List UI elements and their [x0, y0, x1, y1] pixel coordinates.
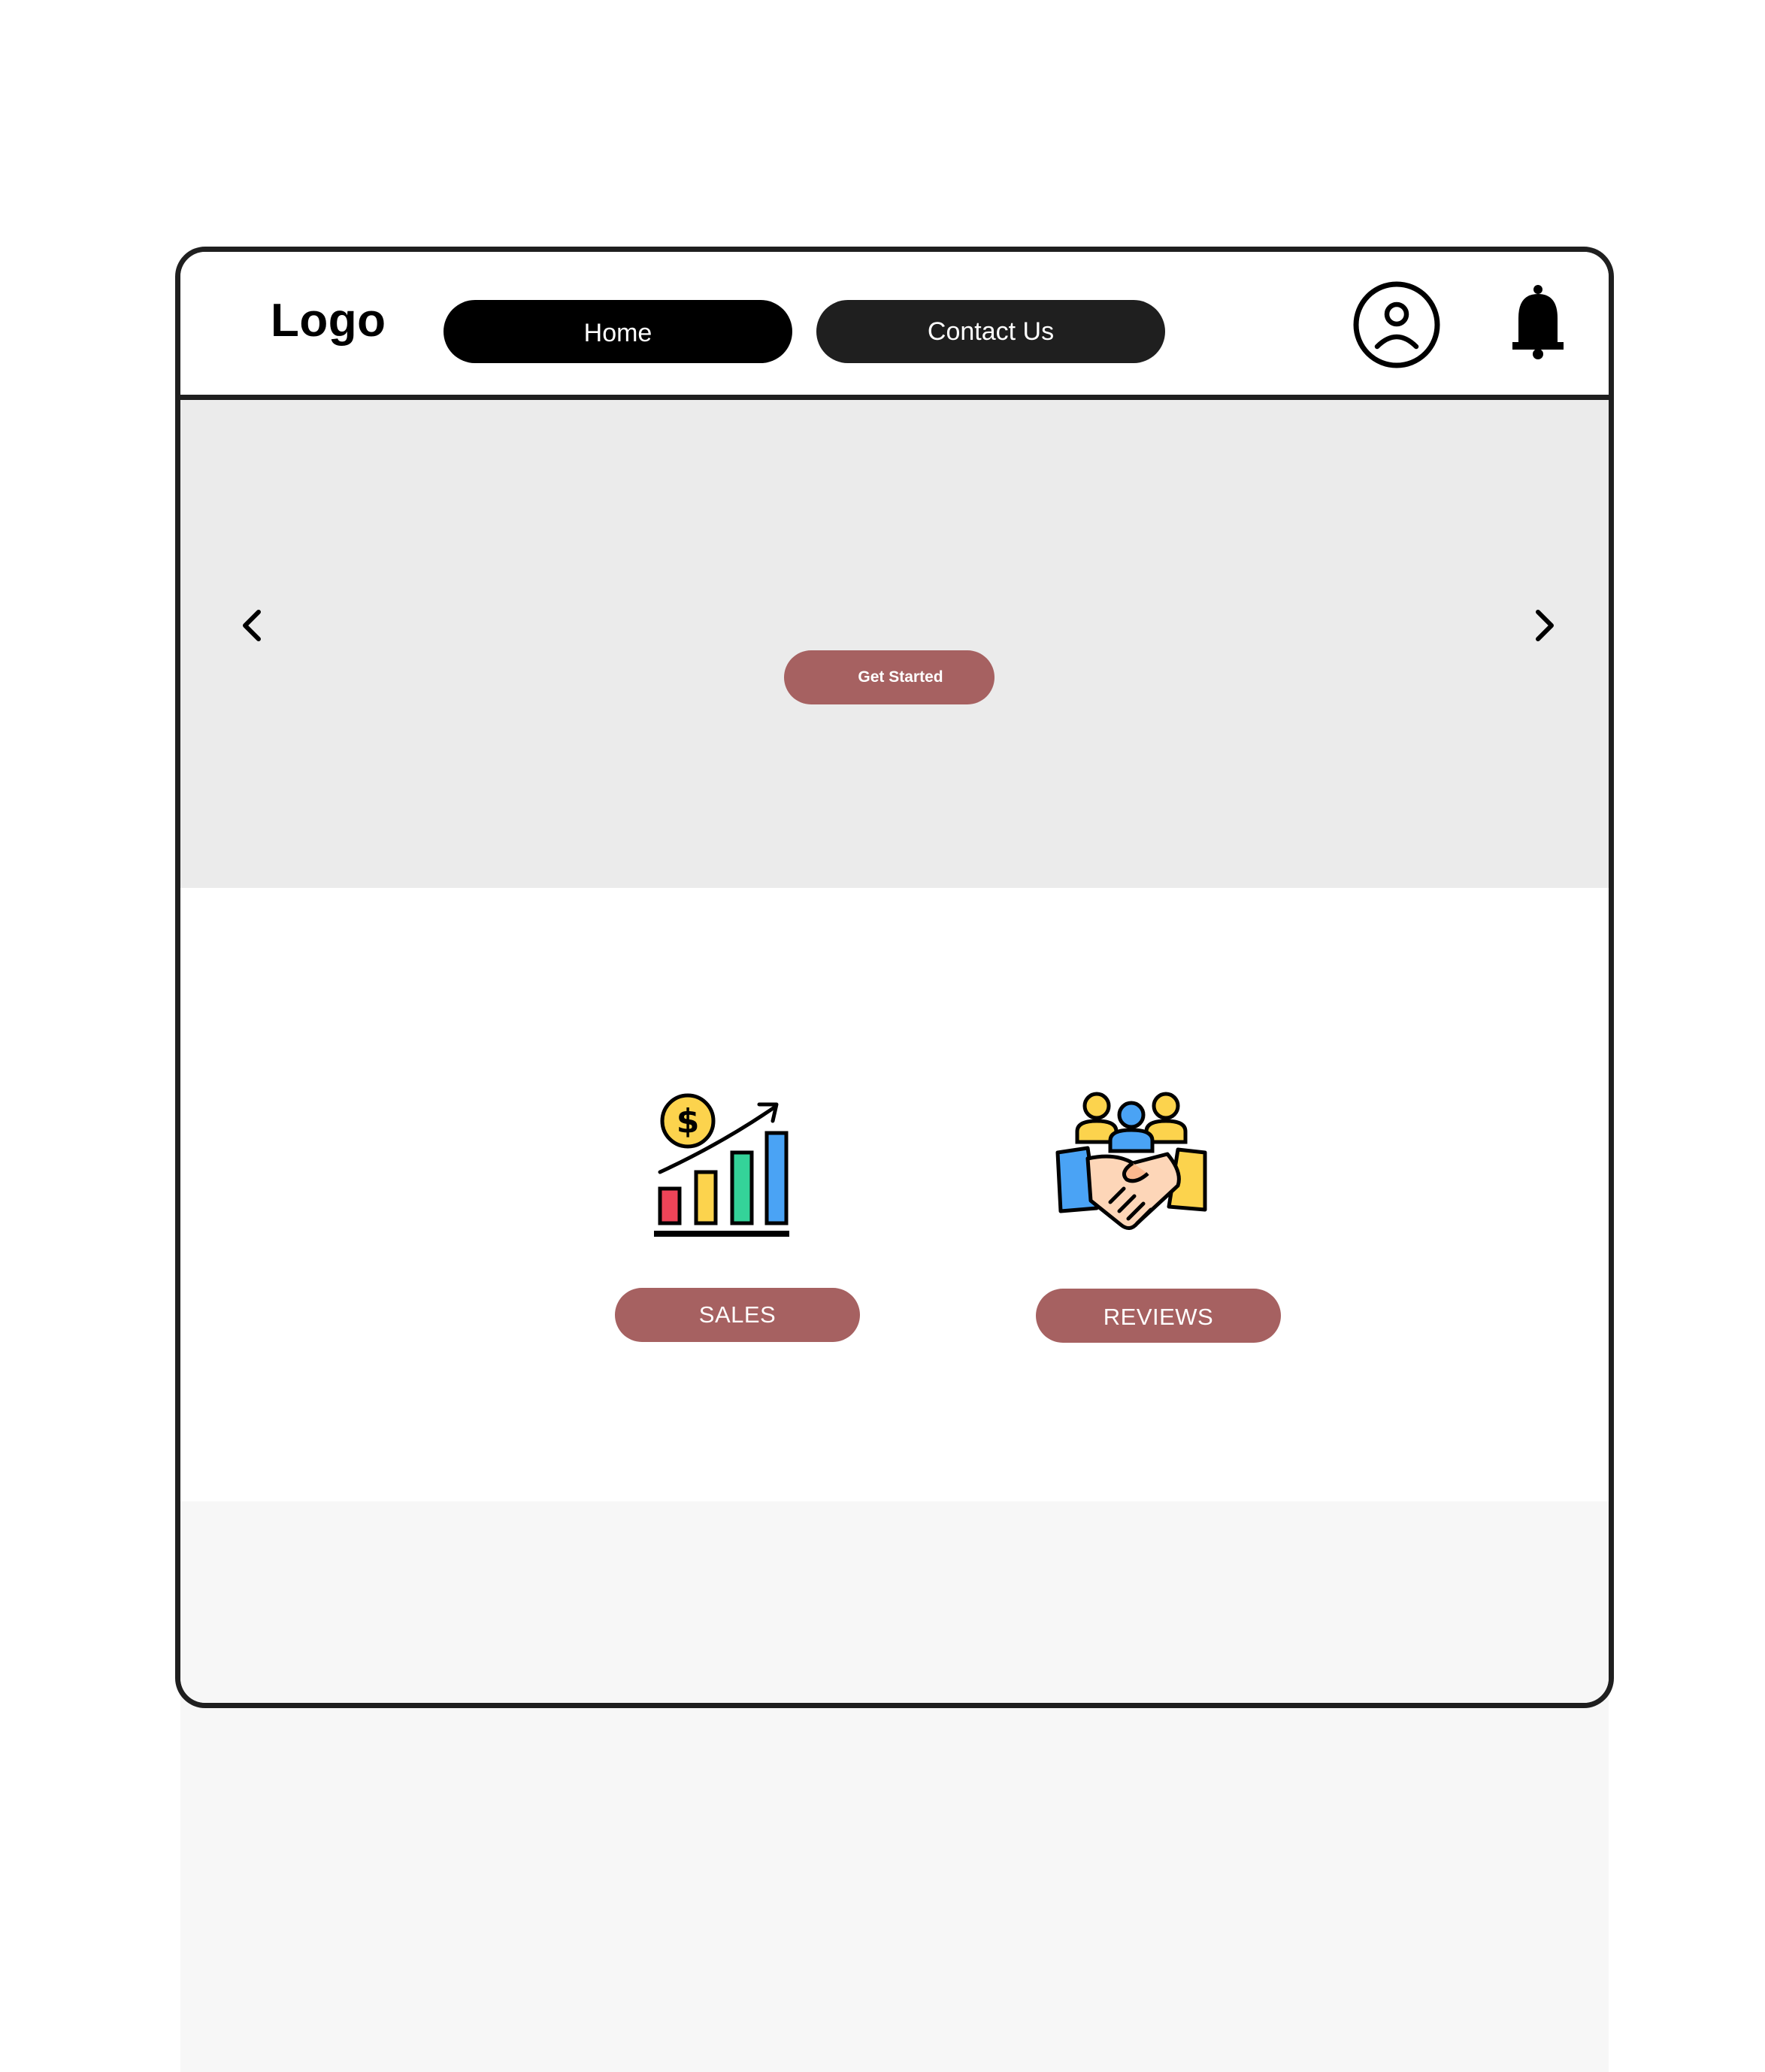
nav-home-button[interactable]: Home — [444, 300, 792, 363]
sales-button[interactable]: SALES — [615, 1288, 860, 1342]
chevron-right-icon[interactable] — [1526, 603, 1564, 648]
browser-frame: Logo Home Contact Us Get Started $ SALES… — [175, 247, 1614, 1708]
footer — [180, 1501, 1609, 1703]
page: Logo Home Contact Us Get Started $ SALES… — [0, 0, 1765, 2072]
svg-text:$: $ — [677, 1102, 700, 1141]
bell-icon[interactable] — [1509, 283, 1567, 362]
navbar: Logo Home Contact Us — [180, 252, 1609, 400]
handshake-team-icon — [1055, 1092, 1207, 1230]
get-started-button[interactable]: Get Started — [784, 650, 995, 704]
reviews-button[interactable]: REVIEWS — [1036, 1289, 1281, 1343]
sales-growth-chart-icon: $ — [654, 1093, 789, 1237]
user-circle-icon[interactable] — [1352, 280, 1441, 369]
hero-carousel: Get Started — [180, 400, 1609, 888]
chevron-left-icon[interactable] — [233, 603, 271, 648]
logo[interactable]: Logo — [271, 294, 386, 347]
features-section: $ SALES REVIEWS — [180, 888, 1609, 1501]
nav-contact-button[interactable]: Contact Us — [816, 300, 1165, 363]
